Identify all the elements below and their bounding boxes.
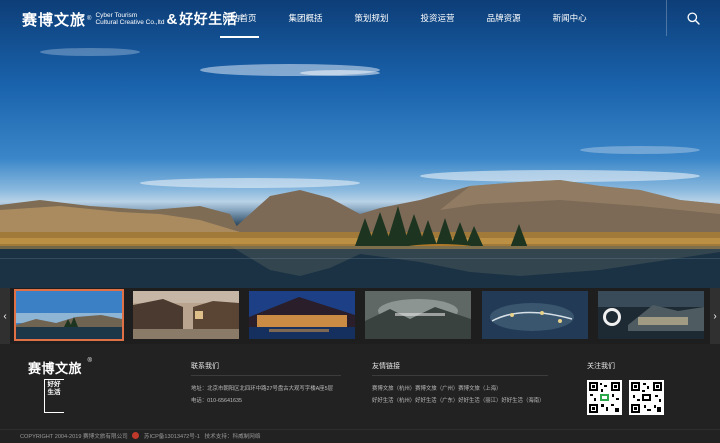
logo-en-line-1: Cyber Tourism xyxy=(95,12,138,19)
thumbnail-ink-landscape[interactable] xyxy=(363,289,473,341)
contact-phone: 电话：010-65641635 xyxy=(191,398,242,404)
links-title: 友情链接 xyxy=(372,363,400,370)
search-button[interactable] xyxy=(666,0,720,36)
logo-ampersand: & xyxy=(166,10,178,28)
footer-logo[interactable]: 赛博文旅 ® xyxy=(28,358,92,378)
qr-code-2 xyxy=(629,380,664,415)
links-row-1[interactable]: 赛博文旅（杭州）赛博文旅（广州）赛博文旅（上海） xyxy=(372,384,501,392)
copyright-text: COPYRIGHT 2004-2019 赛博文旅有限公司 xyxy=(20,434,128,440)
thumbnail-carousel: ‹ › xyxy=(0,288,720,344)
logo-text-en: Cyber Tourism Cultural Creative Co.,ltd xyxy=(95,12,165,26)
main-nav: 网站首页 集团概括 策划规划 投资运营 品牌资源 新闻中心 xyxy=(214,0,610,38)
site-logo[interactable]: 赛博文旅 ® Cyber Tourism Cultural Creative C… xyxy=(22,8,243,30)
search-icon xyxy=(687,11,700,25)
thumbnail-old-street[interactable] xyxy=(131,289,241,341)
nav-item-group-overview[interactable]: 集团概括 xyxy=(280,0,331,38)
contact-divider xyxy=(191,375,341,376)
site-footer: 赛博文旅 ® 联系我们 地址：北京市朝阳区北四环中路27号盘古大观写字楼A座5层… xyxy=(0,344,720,443)
logo-registered-mark: ® xyxy=(87,16,92,22)
footer-brand-stamp-text: 好好生活 xyxy=(47,380,61,396)
thumbnail-modern-village[interactable] xyxy=(596,289,706,341)
copyright-bar: COPYRIGHT 2004-2019 赛博文旅有限公司 苏ICP备130134… xyxy=(0,429,720,443)
nav-item-planning[interactable]: 策划规划 xyxy=(346,0,397,38)
thumbnail-aerial-park[interactable] xyxy=(480,289,590,341)
tech-support: 技术支持：科威制网络 xyxy=(204,434,261,440)
logo-text-cn: 赛博文旅 xyxy=(22,10,87,29)
links-divider xyxy=(372,375,548,376)
carousel-prev-button[interactable]: ‹ xyxy=(0,288,10,344)
qr-code-1 xyxy=(587,380,622,415)
hero-banner xyxy=(0,0,720,288)
thumbnail-lake-mountain[interactable] xyxy=(14,289,124,341)
icp-number[interactable]: 苏ICP备13013472号-1 xyxy=(144,434,200,440)
nav-item-brand[interactable]: 品牌资源 xyxy=(478,0,529,38)
thumbnail-night-resort[interactable] xyxy=(247,289,357,341)
footer-logo-text: 赛博文旅 xyxy=(28,362,83,377)
contact-address: 地址：北京市朝阳区北四环中路27号盘古大观写字楼A座5层 xyxy=(191,386,333,392)
logo-en-line-2: Cultural Creative Co.,ltd xyxy=(95,19,165,26)
site-header: 赛博文旅 ® Cyber Tourism Cultural Creative C… xyxy=(0,0,720,38)
nav-item-news[interactable]: 新闻中心 xyxy=(544,0,595,38)
nav-item-investment[interactable]: 投资运营 xyxy=(412,0,463,38)
police-badge-icon xyxy=(132,432,140,439)
nav-item-home[interactable]: 网站首页 xyxy=(214,0,265,38)
carousel-next-button[interactable]: › xyxy=(710,288,720,344)
contact-title: 联系我们 xyxy=(191,363,219,370)
footer-logo-registered-mark: ® xyxy=(87,358,92,364)
follow-title: 关注我们 xyxy=(587,363,615,370)
hero-landscape-image xyxy=(0,48,720,288)
links-row-2[interactable]: 好好生活（杭州）好好生活（广东）好好生活（丽江）好好生活（海南） xyxy=(372,396,545,404)
